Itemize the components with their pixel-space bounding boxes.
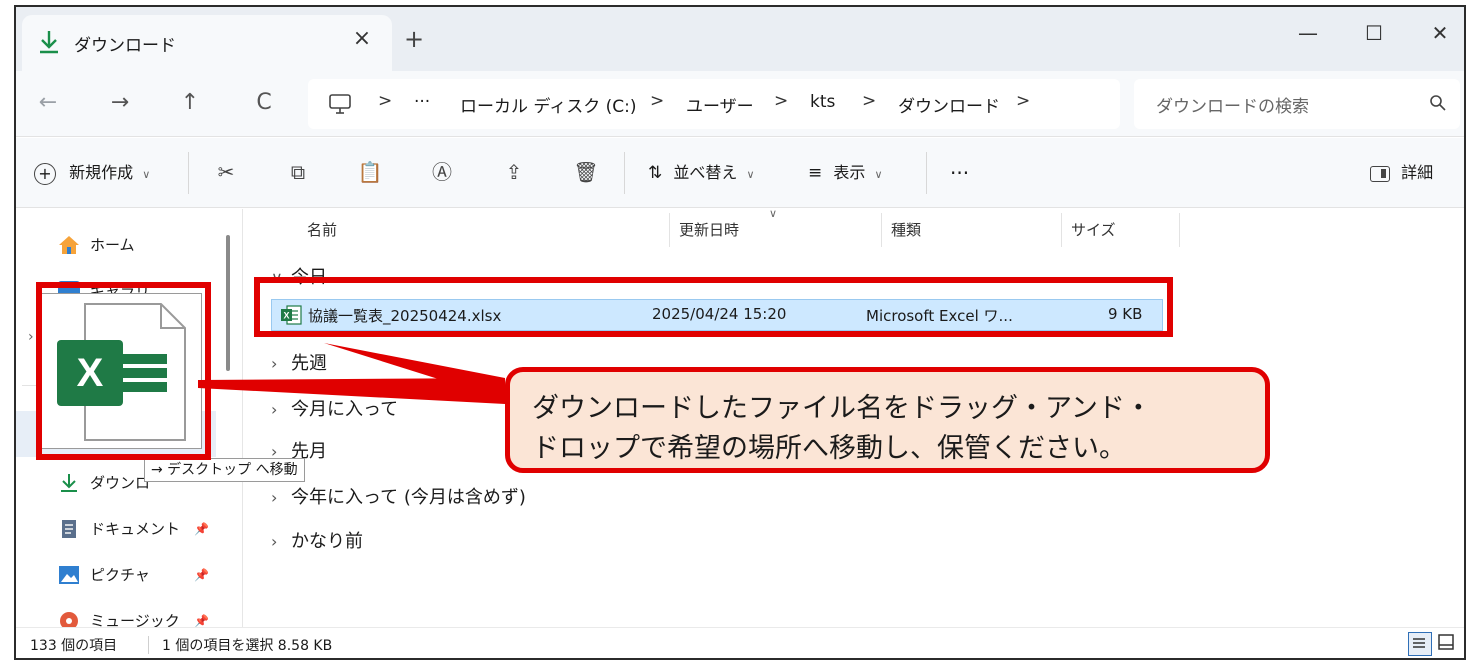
annotation-arrows (198, 343, 505, 404)
instruction-callout: ダウンロードしたファイル名をドラッグ・アンド・ ドロップで希望の場所へ移動し、保… (505, 367, 1270, 473)
callout-line-1: ダウンロードしたファイル名をドラッグ・アンド・ (532, 393, 1152, 424)
callout-line-2: ドロップで希望の場所へ移動し、保管ください。 (532, 433, 1126, 464)
